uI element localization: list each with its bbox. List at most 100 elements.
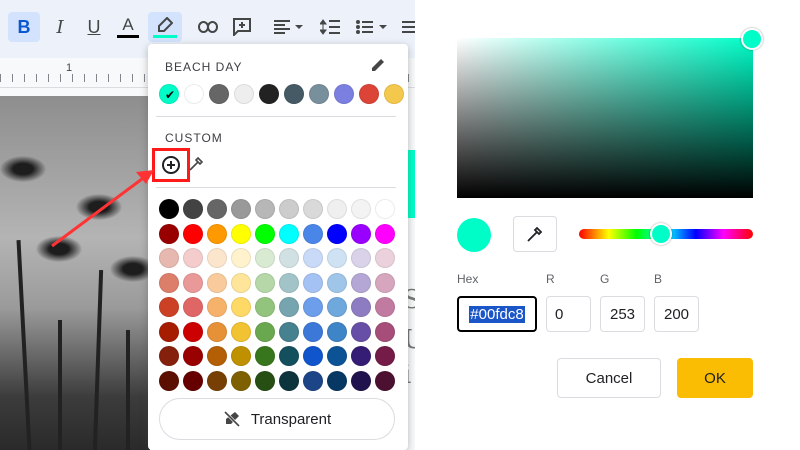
color-swatch[interactable]	[327, 297, 347, 317]
g-input[interactable]: 253	[600, 296, 645, 332]
color-swatch[interactable]	[279, 321, 299, 342]
picker-eyedropper-button[interactable]	[513, 216, 557, 252]
color-swatch[interactable]	[183, 272, 203, 293]
color-swatch[interactable]	[351, 272, 371, 293]
color-swatch[interactable]	[255, 272, 275, 293]
hex-input[interactable]: #00fdc8	[457, 296, 537, 332]
color-swatch[interactable]	[159, 297, 179, 317]
cancel-button[interactable]: Cancel	[557, 358, 661, 398]
theme-color-swatch[interactable]	[159, 84, 180, 105]
color-swatch[interactable]	[183, 248, 203, 268]
color-swatch[interactable]	[231, 346, 251, 366]
color-swatch[interactable]	[375, 370, 395, 391]
color-swatch[interactable]	[351, 321, 371, 342]
color-swatch[interactable]	[375, 321, 395, 342]
saturation-value-area[interactable]	[457, 38, 753, 198]
color-swatch[interactable]	[375, 272, 395, 293]
color-swatch[interactable]	[375, 248, 395, 268]
color-swatch[interactable]	[231, 248, 251, 268]
color-swatch[interactable]	[183, 346, 203, 366]
color-swatch[interactable]	[159, 199, 179, 219]
color-swatch[interactable]	[327, 346, 347, 366]
color-swatch[interactable]	[255, 223, 275, 244]
insert-link-button[interactable]	[194, 12, 222, 42]
align-button[interactable]	[268, 12, 308, 42]
color-swatch[interactable]	[327, 370, 347, 391]
color-swatch[interactable]	[207, 321, 227, 342]
color-swatch[interactable]	[183, 321, 203, 342]
color-swatch[interactable]	[279, 272, 299, 293]
color-swatch[interactable]	[303, 248, 323, 268]
color-swatch[interactable]	[159, 370, 179, 391]
theme-color-swatch[interactable]	[309, 84, 329, 104]
theme-color-swatch[interactable]	[359, 84, 379, 104]
color-swatch[interactable]	[159, 223, 179, 244]
edit-theme-button[interactable]	[368, 55, 388, 75]
color-swatch[interactable]	[303, 223, 323, 244]
color-swatch[interactable]	[231, 321, 251, 342]
hue-slider-handle[interactable]	[650, 223, 672, 245]
color-swatch[interactable]	[303, 272, 323, 293]
color-swatch[interactable]	[375, 199, 395, 219]
color-swatch[interactable]	[183, 297, 203, 317]
color-swatch[interactable]	[375, 297, 395, 317]
color-swatch[interactable]	[303, 297, 323, 317]
theme-color-swatch[interactable]	[334, 84, 354, 104]
color-swatch[interactable]	[231, 223, 251, 244]
color-swatch[interactable]	[207, 199, 227, 219]
color-swatch[interactable]	[183, 370, 203, 391]
color-swatch[interactable]	[231, 199, 251, 219]
color-swatch[interactable]	[207, 297, 227, 317]
bold-button[interactable]: B	[8, 12, 40, 42]
text-color-button[interactable]: A	[114, 12, 142, 42]
color-swatch[interactable]	[279, 346, 299, 366]
color-swatch[interactable]	[303, 321, 323, 342]
color-swatch[interactable]	[279, 370, 299, 391]
eyedropper-button[interactable]	[186, 154, 206, 174]
color-swatch[interactable]	[279, 199, 299, 219]
color-swatch[interactable]	[231, 272, 251, 293]
theme-color-swatch[interactable]	[284, 84, 304, 104]
color-swatch[interactable]	[375, 346, 395, 366]
color-swatch[interactable]	[327, 272, 347, 293]
color-swatch[interactable]	[351, 248, 371, 268]
color-swatch[interactable]	[207, 272, 227, 293]
color-swatch[interactable]	[255, 297, 275, 317]
color-swatch[interactable]	[183, 199, 203, 219]
color-swatch[interactable]	[231, 370, 251, 391]
color-swatch[interactable]	[255, 199, 275, 219]
saturation-value-handle[interactable]	[741, 28, 763, 50]
color-swatch[interactable]	[351, 297, 371, 317]
color-swatch[interactable]	[327, 321, 347, 342]
add-custom-color-button[interactable]	[152, 148, 190, 182]
color-swatch[interactable]	[207, 346, 227, 366]
underline-button[interactable]: U	[80, 12, 108, 42]
color-swatch[interactable]	[351, 199, 371, 219]
color-swatch[interactable]	[159, 248, 179, 268]
color-swatch[interactable]	[159, 321, 179, 342]
bulleted-list-button[interactable]	[352, 12, 392, 42]
color-swatch[interactable]	[183, 223, 203, 244]
transparent-button[interactable]: Transparent	[159, 398, 395, 440]
more-toolbar-button[interactable]	[398, 12, 415, 42]
color-swatch[interactable]	[327, 248, 347, 268]
color-swatch[interactable]	[327, 199, 347, 219]
color-swatch[interactable]	[207, 370, 227, 391]
color-swatch[interactable]	[375, 223, 395, 244]
b-input[interactable]: 200	[654, 296, 699, 332]
color-swatch[interactable]	[255, 321, 275, 342]
color-swatch[interactable]	[255, 370, 275, 391]
color-swatch[interactable]	[207, 248, 227, 268]
color-swatch[interactable]	[327, 223, 347, 244]
color-swatch[interactable]	[351, 346, 371, 366]
theme-color-swatch[interactable]	[259, 84, 279, 104]
palm-trees-photo[interactable]	[0, 96, 150, 450]
color-swatch[interactable]	[303, 199, 323, 219]
theme-color-swatch[interactable]	[209, 84, 229, 104]
color-swatch[interactable]	[279, 297, 299, 317]
color-swatch[interactable]	[351, 370, 371, 391]
color-swatch[interactable]	[207, 223, 227, 244]
theme-color-swatch[interactable]	[184, 84, 204, 104]
color-swatch[interactable]	[351, 223, 371, 244]
line-spacing-button[interactable]	[316, 12, 344, 42]
